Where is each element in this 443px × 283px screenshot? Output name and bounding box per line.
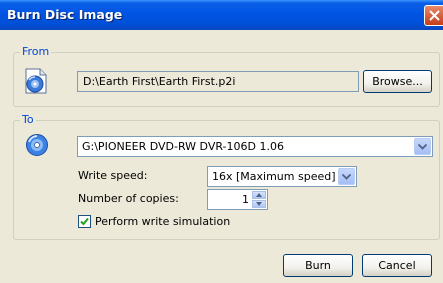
dropdown-arrow-icon [342, 174, 351, 180]
drive-select-value: G:\PIONEER DVD-RW DVR-106D 1.06 [82, 140, 284, 153]
from-group: From D:\Earth First\Earth First.p2i Brow… [13, 45, 440, 107]
window-title: Burn Disc Image [7, 7, 123, 22]
write-simulation-label[interactable]: Perform write simulation [95, 215, 230, 228]
copies-label: Number of copies: [78, 192, 179, 205]
close-icon [429, 10, 440, 21]
disc-image-icon [25, 68, 47, 94]
copies-stepper[interactable]: 1 [207, 189, 268, 210]
drive-dropdown-button[interactable] [414, 138, 431, 155]
cd-drive-icon [26, 134, 48, 156]
dropdown-arrow-icon [418, 144, 427, 150]
copies-value: 1 [242, 193, 249, 206]
copies-down-button[interactable] [252, 200, 266, 208]
write-speed-value: 16x [Maximum speed] [212, 170, 336, 183]
copies-up-button[interactable] [252, 191, 266, 199]
image-path-field[interactable]: D:\Earth First\Earth First.p2i [77, 71, 359, 92]
drive-select[interactable]: G:\PIONEER DVD-RW DVR-106D 1.06 [77, 136, 433, 157]
to-group: To G:\PIONEER DVD-RW DVR-106D 1.06 Write… [13, 113, 440, 240]
burn-button[interactable]: Burn [283, 254, 353, 277]
spin-up-icon [256, 193, 262, 197]
dialog-body: From D:\Earth First\Earth First.p2i Brow… [3, 30, 443, 283]
write-simulation-checkbox[interactable] [78, 215, 91, 228]
checkmark-icon [80, 217, 89, 226]
burn-disc-image-dialog: Burn Disc Image From D:\Earth First\Eart… [0, 0, 443, 283]
spin-down-icon [256, 202, 262, 206]
browse-button[interactable]: Browse... [363, 70, 432, 93]
from-legend: From [20, 45, 52, 58]
close-button[interactable] [424, 5, 443, 26]
to-legend: To [20, 113, 36, 126]
title-bar[interactable]: Burn Disc Image [0, 0, 443, 30]
write-speed-dropdown-button[interactable] [338, 168, 355, 185]
write-speed-label: Write speed: [78, 169, 148, 182]
write-speed-select[interactable]: 16x [Maximum speed] [207, 166, 357, 187]
cancel-button[interactable]: Cancel [362, 254, 432, 277]
